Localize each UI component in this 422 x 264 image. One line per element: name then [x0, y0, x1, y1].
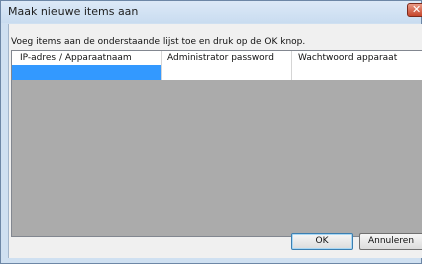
- cancel-button[interactable]: Annuleren: [359, 233, 422, 250]
- cell-device-password[interactable]: [292, 65, 422, 80]
- close-button[interactable]: ✕: [407, 3, 422, 17]
- table-row[interactable]: [12, 65, 422, 80]
- ok-button[interactable]: OK: [291, 233, 353, 250]
- column-header-ip-address[interactable]: IP-adres / Apparaatnaam: [12, 51, 162, 65]
- items-table[interactable]: IP-adres / Apparaatnaam Administrator pa…: [11, 50, 422, 237]
- cell-administrator-password[interactable]: [162, 65, 292, 80]
- column-header-device-password[interactable]: Wachtwoord apparaat: [292, 51, 422, 65]
- table-header: IP-adres / Apparaatnaam Administrator pa…: [12, 51, 422, 66]
- title-bar[interactable]: Maak nieuwe items aan ✕: [1, 1, 422, 23]
- close-icon: ✕: [412, 3, 422, 16]
- column-header-administrator-password[interactable]: Administrator password: [162, 51, 292, 65]
- instruction-text: Voeg items aan de onderstaande lijst toe…: [11, 37, 306, 47]
- window-title: Maak nieuwe items aan: [8, 5, 139, 18]
- cell-ip-address[interactable]: [12, 65, 162, 80]
